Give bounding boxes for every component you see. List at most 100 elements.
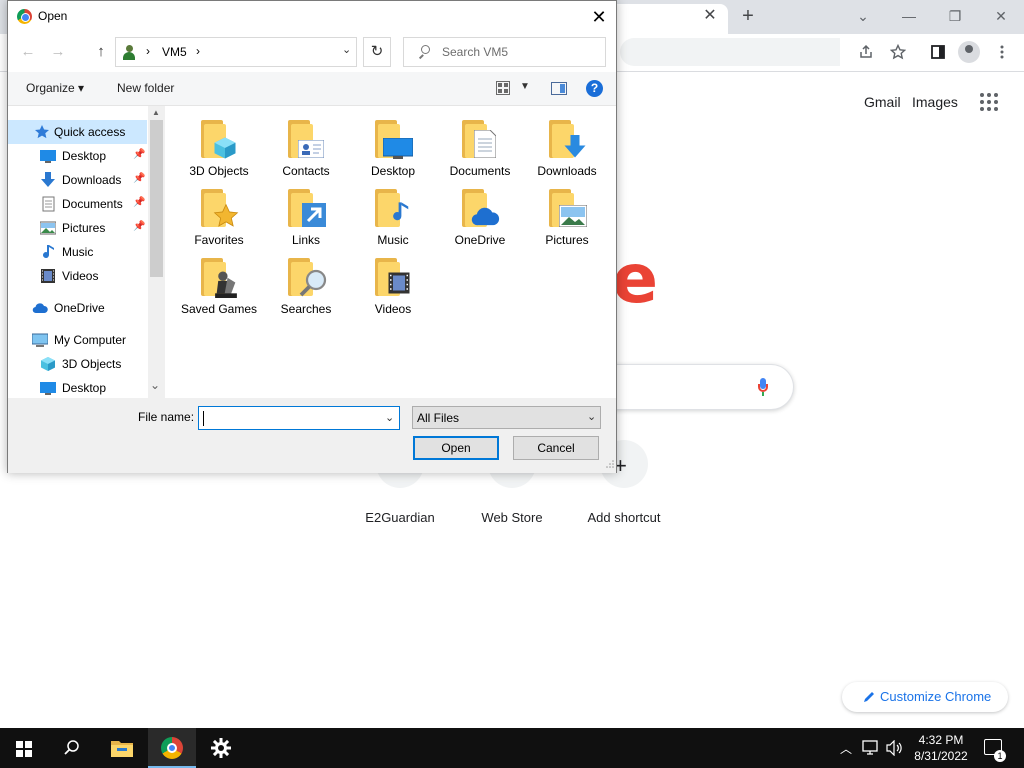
nav-item-3d-objects[interactable]: 3D Objects <box>8 352 147 376</box>
folder-links[interactable]: Links <box>266 183 346 249</box>
folder-contacts[interactable]: Contacts <box>266 114 346 180</box>
nav-item-label: Music <box>62 245 94 259</box>
taskbar-search-button[interactable] <box>48 728 96 768</box>
cancel-button[interactable]: Cancel <box>513 436 599 460</box>
address-bar[interactable]: › VM5 › ⌄ <box>115 37 357 67</box>
folder-desktop[interactable]: Desktop <box>353 114 433 180</box>
minimize-button[interactable]: — <box>886 2 932 30</box>
folder-music[interactable]: Music <box>353 183 433 249</box>
forward-arrow-icon[interactable]: → <box>48 42 68 62</box>
resize-grip-icon[interactable] <box>606 460 614 468</box>
settings-gear-icon <box>211 738 231 758</box>
pin-icon[interactable]: 📌 <box>133 221 145 232</box>
folder-favorites[interactable]: Favorites <box>179 183 259 249</box>
file-label: Saved Games <box>180 302 258 316</box>
new-folder-button[interactable]: New folder <box>117 81 174 95</box>
star-icon[interactable] <box>886 40 910 64</box>
back-arrow-icon[interactable]: ← <box>18 42 38 62</box>
dialog-titlebar[interactable]: Open ✕ <box>8 1 616 32</box>
chevron-down-icon[interactable]: ⌄ <box>342 43 351 56</box>
taskbar-file-explorer[interactable] <box>98 728 146 768</box>
profile-icon[interactable] <box>958 41 980 63</box>
folder-icon <box>201 189 239 227</box>
organize-button[interactable]: Organize ▾ <box>26 81 84 95</box>
omnibox[interactable] <box>620 38 840 66</box>
nav-item-documents[interactable]: Documents 📌 <box>8 192 147 216</box>
nav-item-quick-access[interactable]: Quick access <box>8 120 147 144</box>
network-icon[interactable] <box>862 740 880 756</box>
file-type-select[interactable]: All Files ⌄ <box>412 406 601 429</box>
taskbar-chrome[interactable] <box>148 728 196 768</box>
breadcrumb-chevron[interactable]: › <box>146 44 150 58</box>
nav-item-pictures[interactable]: Pictures 📌 <box>8 216 147 240</box>
refresh-button[interactable]: ↻ <box>363 37 391 67</box>
nav-item-downloads[interactable]: Downloads 📌 <box>8 168 147 192</box>
nav-item-videos[interactable]: Videos <box>8 264 147 288</box>
customize-chrome-label: Customize Chrome <box>880 689 992 704</box>
chevron-down-icon[interactable]: ⌄ <box>587 410 596 423</box>
folder-videos[interactable]: Videos <box>353 252 433 318</box>
view-options-icon[interactable] <box>496 81 510 95</box>
file-name-input[interactable]: ⌄ <box>198 406 400 430</box>
folder-icon <box>549 120 586 158</box>
folder-downloads[interactable]: Downloads <box>527 114 607 180</box>
download-icon <box>41 172 55 187</box>
nav-item-onedrive[interactable]: OneDrive <box>8 296 147 320</box>
pin-icon[interactable]: 📌 <box>133 173 145 184</box>
folder-searches[interactable]: Searches <box>266 252 346 318</box>
kebab-menu-icon[interactable] <box>990 40 1014 64</box>
folder-documents[interactable]: Documents <box>440 114 520 180</box>
images-link[interactable]: Images <box>912 94 958 110</box>
folder-onedrive[interactable]: OneDrive <box>440 183 520 249</box>
up-arrow-icon[interactable]: ↑ <box>91 42 111 62</box>
star-icon <box>213 203 239 227</box>
nav-item-music[interactable]: Music <box>8 240 147 264</box>
microphone-icon[interactable] <box>756 378 770 398</box>
nav-item-label: Pictures <box>62 221 106 235</box>
chevron-down-icon[interactable]: ⌄ <box>385 411 394 424</box>
scrollbar-thumb[interactable] <box>150 120 163 277</box>
search-input[interactable]: Search VM5 <box>403 37 606 67</box>
nav-item-desktop[interactable]: Desktop 📌 <box>8 144 147 168</box>
chevron-down-icon[interactable]: ▼ <box>520 81 530 92</box>
customize-chrome-button[interactable]: Customize Chrome <box>842 682 1008 712</box>
folder-saved-games[interactable]: Saved Games <box>179 252 259 318</box>
new-tab-button[interactable]: + <box>736 4 760 28</box>
folder-pictures[interactable]: Pictures <box>527 183 607 249</box>
computer-icon <box>32 333 48 347</box>
chevron-down-icon[interactable]: ⌄ <box>150 378 160 392</box>
windows-start-button[interactable] <box>0 728 48 768</box>
breadcrumb-vm5[interactable]: VM5 <box>162 45 187 59</box>
dialog-close-button[interactable]: ✕ <box>584 3 614 31</box>
restore-button[interactable]: ❐ <box>932 2 978 30</box>
tray-chevron-up-icon[interactable]: ︿ <box>840 740 852 757</box>
scroll-up-icon[interactable]: ▲ <box>152 108 160 117</box>
folder-3d-objects[interactable]: 3D Objects <box>179 114 259 180</box>
google-apps-icon[interactable] <box>980 93 1000 113</box>
nav-item-my-computer[interactable]: My Computer <box>8 328 147 352</box>
side-panel-icon[interactable] <box>926 40 950 64</box>
document-icon <box>474 130 496 158</box>
share-icon[interactable] <box>854 40 878 64</box>
pin-icon[interactable]: 📌 <box>133 197 145 208</box>
preview-pane-icon[interactable] <box>551 82 567 95</box>
file-label: Pictures <box>545 233 589 247</box>
nav-item-desktop-2[interactable]: Desktop <box>8 376 147 398</box>
pictures-icon <box>40 221 56 235</box>
file-label: Downloads <box>537 164 597 178</box>
breadcrumb-chevron[interactable]: › <box>196 44 200 58</box>
close-window-button[interactable]: ✕ <box>978 2 1024 30</box>
help-icon[interactable]: ? <box>586 80 603 97</box>
tab-close-icon[interactable]: ✕ <box>700 6 720 26</box>
file-label: Documents <box>449 164 511 178</box>
taskbar-settings[interactable] <box>198 728 246 768</box>
search-tabs-icon[interactable]: ⌄ <box>840 2 886 30</box>
open-button[interactable]: Open <box>413 436 499 460</box>
gmail-link[interactable]: Gmail <box>864 94 901 110</box>
pin-icon[interactable]: 📌 <box>133 149 145 160</box>
system-clock[interactable]: 4:32 PM 8/31/2022 <box>906 732 976 764</box>
cloud-icon <box>471 207 500 226</box>
volume-icon[interactable] <box>886 740 904 756</box>
cube-icon <box>41 357 55 371</box>
search-icon <box>64 740 79 755</box>
